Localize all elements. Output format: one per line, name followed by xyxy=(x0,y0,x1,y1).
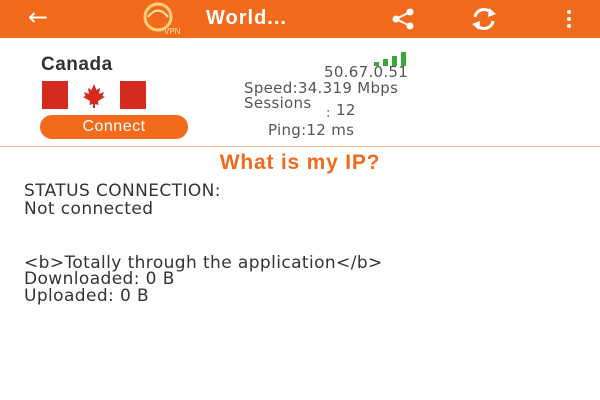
what-is-my-ip-link[interactable]: What is my IP? xyxy=(0,151,600,175)
country-name: Canada xyxy=(41,54,113,75)
refresh-icon[interactable] xyxy=(470,6,498,32)
divider xyxy=(0,146,600,147)
canada-flag-icon xyxy=(42,81,146,109)
app-logo-text: VPN xyxy=(164,27,181,36)
share-icon[interactable] xyxy=(390,7,416,31)
back-arrow-icon[interactable]: ← xyxy=(28,3,48,31)
sessions-label: Sessions xyxy=(244,94,312,112)
server-ping: Ping:12 ms xyxy=(268,121,355,139)
app-title: World... xyxy=(206,7,287,29)
connect-button[interactable]: Connect xyxy=(40,115,188,139)
more-vert-icon[interactable] xyxy=(566,9,572,29)
sessions-value: 12 xyxy=(336,101,356,119)
uploaded-amount: Uploaded: 0 B xyxy=(24,286,150,306)
app-bar: ← VPN World... xyxy=(0,0,600,38)
sessions-colon: : xyxy=(326,106,331,121)
app-logo-icon: VPN xyxy=(143,2,181,36)
status-heading: STATUS CONNECTION: xyxy=(24,181,221,201)
status-value: Not connected xyxy=(24,199,154,219)
